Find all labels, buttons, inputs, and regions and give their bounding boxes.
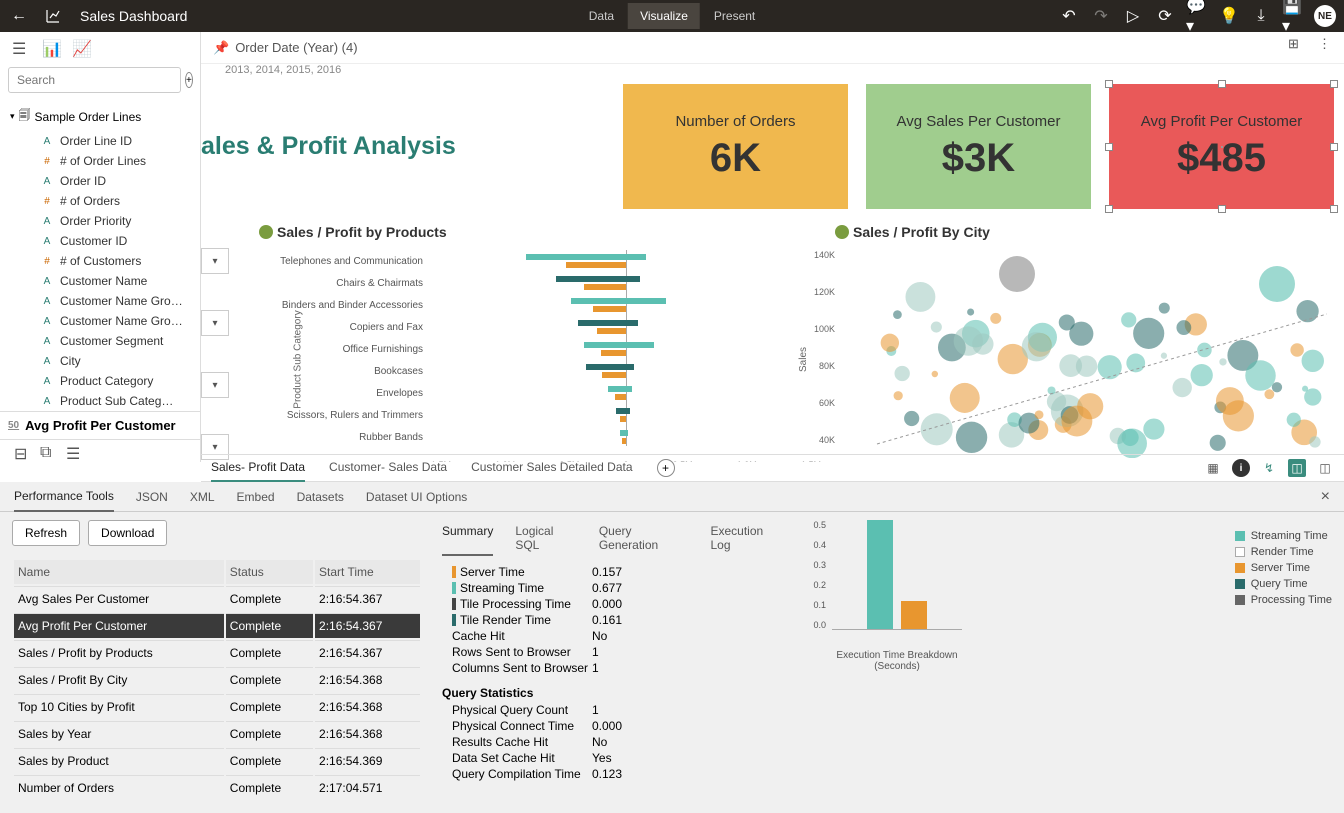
summary-tab[interactable]: Execution Log [711, 520, 783, 556]
comment-icon[interactable]: 💬▾ [1186, 5, 1208, 27]
undo-icon[interactable]: ↶ [1058, 5, 1080, 27]
slider-icon[interactable]: ⊟ [14, 444, 28, 458]
perf-tab[interactable]: Performance Tools [14, 482, 114, 512]
filter-drop-2[interactable]: ▾ [201, 310, 229, 336]
page-title: ales & Profit Analysis [201, 132, 456, 161]
table-name: Sample Order Lines [35, 110, 142, 124]
qstats-header: Query Statistics [442, 686, 782, 700]
field-item[interactable]: ACity [0, 351, 200, 371]
export-icon[interactable]: ⤓ [1250, 5, 1272, 27]
table-row[interactable]: Avg Profit Per CustomerComplete2:16:54.3… [14, 613, 420, 638]
filter-label[interactable]: Order Date (Year) (4) [235, 40, 357, 55]
table-row[interactable]: Sales by YearComplete2:16:54.368 [14, 721, 420, 746]
tree-table-header[interactable]: ▾ 🗐 Sample Order Lines [0, 102, 200, 131]
filter-drop-3[interactable]: ▾ [201, 372, 229, 398]
sidebar: ☰ 📊 📈 + ▾ 🗐 Sample Order Lines AOrder Li… [0, 32, 201, 462]
canvas: 📌 Order Date (Year) (4) ⊞ ⋮ 2013, 2014, … [201, 32, 1344, 462]
filter-years: 2013, 2014, 2015, 2016 [225, 64, 341, 76]
summary-tab[interactable]: Query Generation [599, 520, 689, 556]
viz-icon[interactable]: 📊 [42, 39, 58, 55]
field-item[interactable]: ACustomer Name [0, 271, 200, 291]
copy-icon[interactable]: ⧉ [40, 444, 54, 458]
top-tab-visualize[interactable]: Visualize [628, 3, 700, 29]
table-icon: 🗐 [19, 106, 31, 127]
save-icon[interactable]: 💾▾ [1282, 5, 1304, 27]
field-item[interactable]: ACustomer Name Gro… [0, 311, 200, 331]
more-icon[interactable]: ⋮ [1318, 36, 1336, 54]
perf-tab[interactable]: XML [190, 483, 215, 511]
table-row[interactable]: Top 10 Cities by ProfitComplete2:16:54.3… [14, 694, 420, 719]
panel-left-icon[interactable]: ◫ [1288, 459, 1306, 477]
app-title: Sales Dashboard [80, 8, 187, 24]
field-item[interactable]: AProduct Sub Categ… [0, 391, 200, 411]
perf-table[interactable]: NameStatusStart Time Avg Sales Per Custo… [12, 558, 422, 802]
field-item[interactable]: ## of Order Lines [0, 151, 200, 171]
table-row[interactable]: Number of OrdersComplete2:17:04.571 [14, 775, 420, 800]
play-icon[interactable]: ▷ [1122, 5, 1144, 27]
scatter-chart[interactable]: 140K120K100K80K60K40K Sales [837, 250, 1327, 458]
redo-icon[interactable]: ↷ [1090, 5, 1112, 27]
field-item[interactable]: AProduct Category [0, 371, 200, 391]
field-item[interactable]: ACustomer Segment [0, 331, 200, 351]
sheet-tab[interactable]: Sales- Profit Data [211, 454, 305, 482]
table-row[interactable]: Sales by ProductComplete2:16:54.369 [14, 748, 420, 773]
summary-tab[interactable]: Summary [442, 520, 493, 556]
back-icon[interactable]: ← [8, 5, 30, 27]
exec-chart-title: Execution Time Breakdown (Seconds) [832, 650, 962, 672]
field-item[interactable]: AOrder Line ID [0, 131, 200, 151]
kpi-card[interactable]: Avg Profit Per Customer$485 [1109, 84, 1334, 209]
top-bar: ← Sales Dashboard DataVisualizePresent ↶… [0, 0, 1344, 32]
top-tab-present[interactable]: Present [702, 3, 767, 29]
chart-icon[interactable] [42, 5, 64, 27]
viz2-title: Sales / Profit By City [853, 224, 990, 240]
filter-icon[interactable] [835, 225, 849, 239]
perf-tab[interactable]: Datasets [297, 483, 344, 511]
field-item[interactable]: AOrder Priority [0, 211, 200, 231]
add-sheet-button[interactable]: + [657, 459, 675, 477]
db2-icon[interactable]: ☰ [66, 444, 80, 458]
avatar[interactable]: NE [1314, 5, 1336, 27]
filter-icon[interactable] [259, 225, 273, 239]
download-button[interactable]: Download [88, 520, 167, 546]
grid-icon[interactable]: ▦ [1204, 459, 1222, 477]
kpi-card[interactable]: Avg Sales Per Customer$3K [866, 84, 1091, 209]
exec-chart [832, 520, 962, 630]
panel-right-icon[interactable]: ◫ [1316, 459, 1334, 477]
info-icon[interactable]: i [1232, 459, 1250, 477]
trend-icon[interactable]: 📈 [72, 39, 88, 55]
table-row[interactable]: Sales / Profit By CityComplete2:16:54.36… [14, 667, 420, 692]
add-icon[interactable]: + [185, 72, 193, 88]
kpi-card[interactable]: Number of Orders6K [623, 84, 848, 209]
sheet-tab[interactable]: Customer Sales Detailed Data [471, 454, 632, 482]
performance-panel: Performance Tools JSON XML Embed Datasets Dat… [0, 482, 1344, 813]
perf-tab[interactable]: JSON [136, 483, 168, 511]
field-item[interactable]: ## of Customers [0, 251, 200, 271]
viz1-title: Sales / Profit by Products [277, 224, 447, 240]
search-input[interactable] [8, 67, 181, 93]
auto-icon[interactable]: ⊞ [1288, 36, 1306, 54]
bulb-icon[interactable]: 💡 [1218, 5, 1240, 27]
pin-icon[interactable]: 📌 [213, 40, 229, 56]
field-item[interactable]: ACustomer Name Gro… [0, 291, 200, 311]
close-icon[interactable]: × [1321, 488, 1330, 506]
table-row[interactable]: Avg Sales Per CustomerComplete2:16:54.36… [14, 586, 420, 611]
sheet-tabs: Sales- Profit Data Customer- Sales Data Cu… [201, 454, 1344, 482]
perf-tab[interactable]: Dataset UI Options [366, 483, 467, 511]
field-item[interactable]: ## of Orders [0, 191, 200, 211]
perf-tab[interactable]: Embed [237, 483, 275, 511]
filter-drop-1[interactable]: ▾ [201, 248, 229, 274]
summary-tab[interactable]: Logical SQL [515, 520, 576, 556]
refresh-button[interactable]: Refresh [12, 520, 80, 546]
bar-chart[interactable]: Product Sub Category Telephones and Comm… [261, 250, 821, 458]
metric-count: 50 [8, 420, 19, 431]
refresh2-icon[interactable]: ↯ [1260, 459, 1278, 477]
field-item[interactable]: AOrder ID [0, 171, 200, 191]
sheet-tab[interactable]: Customer- Sales Data [329, 454, 447, 482]
field-item[interactable]: ACustomer ID [0, 231, 200, 251]
table-row[interactable]: Sales / Profit by ProductsComplete2:16:5… [14, 640, 420, 665]
metric-name: Avg Profit Per Customer [25, 418, 176, 433]
db-icon[interactable]: ☰ [12, 39, 28, 55]
refresh-icon[interactable]: ⟳ [1154, 5, 1176, 27]
top-tab-data[interactable]: Data [577, 3, 626, 29]
